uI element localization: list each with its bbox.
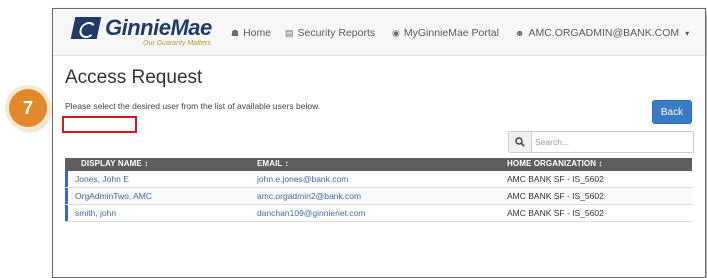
- table-row[interactable]: Jones, John E john.e.jones@bank.com AMC …: [65, 171, 692, 188]
- home-icon: ☗: [231, 28, 240, 38]
- user-organization: AMC BANK SF - IS_5602: [507, 191, 604, 201]
- search-icon: [515, 137, 525, 147]
- page-title: Access Request: [65, 67, 203, 88]
- brand-name: GinnieMae: [105, 15, 212, 40]
- nav-home[interactable]: ☗ Home: [231, 27, 271, 39]
- search-input[interactable]: [535, 134, 685, 149]
- ginniemae-logo-icon: [70, 17, 102, 39]
- nav-home-label: Home: [243, 27, 272, 39]
- table-header: DISPLAY NAME ↕ EMAIL ↕ HOME ORGANIZATION…: [65, 158, 692, 171]
- user-email: danchan109@ginnienet.com: [257, 208, 366, 218]
- nav-portal[interactable]: ◉ MyGinnieMae Portal: [392, 27, 499, 39]
- bar-chart-icon: ▤: [285, 28, 294, 38]
- column-header-display-name[interactable]: DISPLAY NAME ↕: [81, 159, 148, 168]
- column-header-email[interactable]: EMAIL ↕: [257, 159, 289, 168]
- nav-security-reports[interactable]: ▤ Security Reports: [285, 27, 375, 39]
- row-marker: [65, 188, 68, 204]
- browser-frame: GinnieMae Our Guaranty Matters ☗ Home ▤ Se…: [52, 8, 706, 278]
- globe-icon: ◉: [392, 28, 400, 38]
- back-button[interactable]: Back: [652, 100, 692, 124]
- user-organization: AMC BANK SF - IS_5602: [507, 174, 604, 184]
- users-table: DISPLAY NAME ↕ EMAIL ↕ HOME ORGANIZATION…: [65, 158, 692, 222]
- instructions-text: Please select the desired user from the …: [65, 101, 321, 111]
- user-menu-label: AMC.ORGADMIN@BANK.COM: [528, 27, 680, 39]
- nav-security-reports-label: Security Reports: [297, 27, 376, 39]
- table-row[interactable]: smith, john danchan109@ginnienet.com AMC…: [65, 205, 692, 222]
- user-email: john.e.jones@bank.com: [257, 174, 349, 184]
- search-box: [508, 131, 694, 153]
- nav-portal-label: MyGinnieMae Portal: [403, 27, 499, 39]
- brand-tagline: Our Guaranty Matters: [143, 40, 211, 47]
- ginniemae-logo[interactable]: GinnieMae Our Guaranty Matters: [69, 15, 229, 49]
- step-number-badge: 7: [9, 89, 47, 127]
- row-marker: [65, 205, 68, 221]
- caret-down-icon: ▾: [685, 29, 690, 38]
- user-email: amc.orgadmin2@bank.com: [257, 191, 362, 201]
- user-name-link[interactable]: OrgAdminTwo, AMC: [75, 191, 152, 201]
- user-name-link[interactable]: smith, john: [75, 208, 116, 218]
- highlight-box: [62, 116, 137, 133]
- column-header-home-organization[interactable]: HOME ORGANIZATION ↕: [507, 159, 603, 168]
- user-organization: AMC BANK SF - IS_5602: [507, 208, 604, 218]
- row-marker: [65, 171, 68, 187]
- top-navbar: GinnieMae Our Guaranty Matters ☗ Home ▤ Se…: [53, 9, 705, 56]
- table-row[interactable]: OrgAdminTwo, AMC amc.orgadmin2@bank.com …: [65, 188, 692, 205]
- user-menu[interactable]: ☻ AMC.ORGADMIN@BANK.COM ▾: [515, 27, 689, 39]
- search-addon: [509, 132, 532, 152]
- user-icon: ☻: [515, 28, 525, 38]
- user-name-link[interactable]: Jones, John E: [75, 174, 129, 184]
